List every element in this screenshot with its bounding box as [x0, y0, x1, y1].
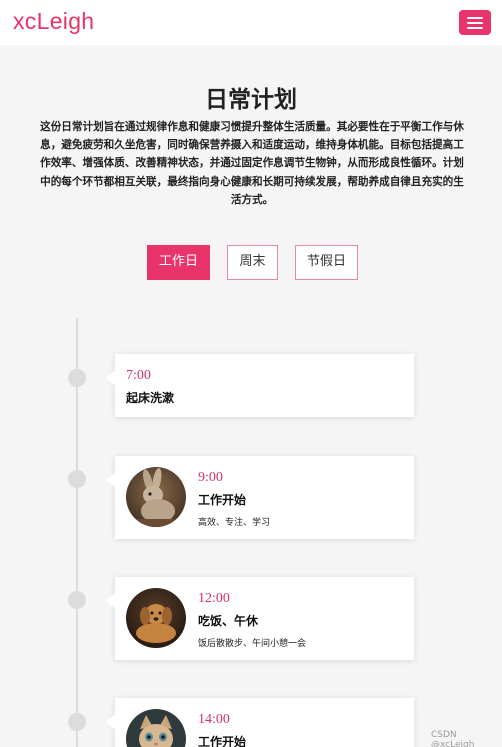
- tab-workday[interactable]: 工作日: [147, 245, 210, 280]
- kitten-photo: [126, 709, 186, 747]
- timeline-title: 工作开始: [198, 493, 247, 507]
- rabbit-photo: [126, 467, 186, 527]
- timeline-dot: [68, 591, 86, 609]
- timeline-dot: [68, 470, 86, 488]
- timeline-card: 14:00 工作开始: [105, 698, 414, 747]
- timeline-time: 14:00: [198, 712, 230, 727]
- hamburger-icon: [467, 17, 483, 19]
- page-title: 日常计划: [205, 87, 297, 113]
- navbar: xcLeigh: [0, 0, 502, 45]
- timeline-dot: [68, 713, 86, 731]
- timeline-card: 12:00 吃饭、午休 饭后散散步、午间小憩一会: [105, 577, 414, 660]
- tab-holiday[interactable]: 节假日: [295, 245, 358, 280]
- puppy-photo: [126, 588, 186, 648]
- timeline-time: 12:00: [198, 591, 230, 606]
- timeline-title: 吃饭、午休: [198, 614, 259, 628]
- brand-logo[interactable]: xcLeigh: [13, 8, 94, 35]
- timeline-card: 9:00 工作开始 高效、专注、学习: [105, 456, 414, 539]
- intro-paragraph: 这份日常计划旨在通过规律作息和健康习惯提升整体生活质量。其必要性在于平衡工作与休…: [40, 121, 464, 206]
- watermark: CSDN @xcLeigh: [431, 730, 475, 747]
- tab-weekend[interactable]: 周末: [227, 245, 278, 280]
- hamburger-icon: [467, 22, 483, 24]
- timeline-time: 7:00: [126, 368, 151, 383]
- timeline-title: 工作开始: [198, 735, 247, 747]
- hamburger-icon: [467, 27, 483, 29]
- timeline-desc: 饭后散散步、午间小憩一会: [198, 639, 307, 649]
- timeline-time: 9:00: [198, 470, 223, 485]
- hamburger-menu-button[interactable]: [459, 10, 491, 35]
- timeline-card: 7:00 起床洗漱: [105, 354, 414, 417]
- timeline-desc: 高效、专注、学习: [198, 518, 271, 528]
- timeline-dot: [68, 369, 86, 387]
- timeline-title: 起床洗漱: [126, 391, 175, 405]
